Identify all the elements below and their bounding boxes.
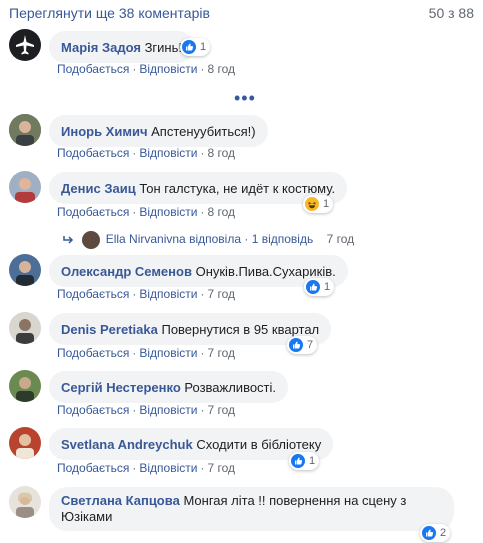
comments-header: Переглянути ще 38 коментарів 50 з 88 — [0, 0, 483, 28]
reaction-badge[interactable]: 1 — [304, 278, 335, 296]
comment-time[interactable]: 8 год — [207, 146, 235, 160]
avatar[interactable] — [9, 114, 41, 146]
reaction-badge[interactable]: 1 — [180, 38, 211, 56]
comment-author[interactable]: Denis Peretiaka — [61, 322, 158, 337]
reply-avatar — [82, 231, 101, 249]
reaction-count: 2 — [440, 527, 447, 539]
comment-time[interactable]: 7 год — [207, 346, 235, 360]
like-link[interactable]: Подобається — [57, 146, 129, 160]
reply-link[interactable]: Відповісти — [139, 461, 197, 475]
reply-author[interactable]: Ella Nirvanivna — [106, 232, 186, 246]
haha-icon — [305, 197, 319, 211]
reaction-count: 1 — [324, 281, 331, 293]
reply-count[interactable]: 1 відповідь — [252, 232, 314, 246]
reply-link[interactable]: Відповісти — [139, 205, 197, 219]
comment-actions: Подобається · Відповісти · 7 год — [57, 461, 235, 475]
reaction-badge[interactable]: 1 — [289, 452, 320, 470]
reaction-count: 7 — [307, 339, 314, 351]
comment-time[interactable]: 7 год — [207, 403, 235, 417]
person-photo-icon — [9, 486, 41, 518]
comment-time[interactable]: 8 год — [207, 205, 235, 219]
comment-actions: Подобається · Відповісти · 8 год — [57, 205, 235, 219]
avatar[interactable] — [9, 370, 41, 402]
like-link[interactable]: Подобається — [57, 461, 129, 475]
comment-bubble: Олександр Семенов Онуків.Пива.Сухариків. — [49, 255, 348, 287]
comment-text: Повернутися в 95 квартал — [161, 322, 320, 337]
reaction-count: 1 — [309, 455, 316, 467]
comment-bubble: Инорь Химич Апстенуубиться!) — [49, 115, 268, 147]
reply-link[interactable]: Відповісти — [139, 346, 197, 360]
person-photo-icon — [9, 370, 41, 402]
comment-author[interactable]: Сергій Нестеренко — [61, 380, 181, 395]
comment-bubble: Денис Заиц Тон галстука, не идёт к костю… — [49, 172, 348, 204]
reaction-badge[interactable]: 1 — [303, 195, 334, 213]
avatar[interactable] — [9, 427, 41, 459]
reply-link[interactable]: Відповісти — [139, 146, 197, 160]
avatar[interactable] — [9, 29, 41, 61]
like-icon — [422, 526, 436, 540]
reaction-badge[interactable]: 2 — [420, 524, 451, 542]
avatar[interactable] — [9, 171, 41, 203]
reply-time: 7 год — [326, 232, 355, 247]
comment-text: Онуків.Пива.Сухариків. — [195, 264, 336, 279]
person-photo-icon — [9, 427, 41, 459]
like-link[interactable]: Подобається — [57, 287, 129, 301]
comment-actions: Подобається · Відповісти · 7 год — [57, 346, 235, 360]
like-icon — [291, 454, 305, 468]
reaction-count: 1 — [323, 198, 330, 210]
comment-time[interactable]: 8 год — [207, 62, 235, 76]
comment-bubble: Светлана Капцова Монгая літа !! повернен… — [49, 487, 454, 531]
comment-text: Згинь! — [144, 40, 182, 55]
avatar[interactable] — [9, 486, 41, 518]
airplane-icon — [16, 35, 34, 55]
comment-counter: 50 з 88 — [428, 5, 474, 21]
reply-link[interactable]: Відповісти — [139, 403, 197, 417]
comment-author[interactable]: Олександр Семенов — [61, 264, 192, 279]
like-link[interactable]: Подобається — [57, 403, 129, 417]
person-photo-icon — [9, 312, 41, 344]
reply-arrow-icon — [63, 236, 74, 244]
comment-text: Апстенуубиться!) — [151, 124, 256, 139]
reply-link[interactable]: Відповісти — [139, 287, 197, 301]
comment-bubble: Сергій Нестеренко Розважливості. — [49, 371, 289, 403]
like-link[interactable]: Подобається — [57, 346, 129, 360]
comment-text: Розважливості. — [184, 380, 277, 395]
avatar[interactable] — [9, 254, 41, 286]
comment-text: Сходити в бібліотеку — [196, 437, 322, 452]
like-icon — [289, 338, 303, 352]
reply-thread-link[interactable]: Ella Nirvanivna відповіла · 1 відповідь … — [63, 231, 354, 249]
person-photo-icon — [9, 114, 41, 146]
comment-text: Тон галстука, не идёт к костюму. — [139, 181, 336, 196]
comment-author[interactable]: Svetlana Andreychuk — [61, 437, 193, 452]
like-link[interactable]: Подобається — [57, 62, 129, 76]
comment-actions: Подобається · Відповісти · 7 год — [57, 287, 235, 301]
comment-actions: Подобається · Відповісти · 8 год — [57, 146, 235, 160]
comment-actions: Подобається · Відповісти · 8 год — [57, 62, 235, 76]
comment-bubble: Марія Задоя Згинь! — [49, 31, 194, 63]
reaction-badge[interactable]: 7 — [287, 336, 318, 354]
person-photo-icon — [9, 171, 41, 203]
like-link[interactable]: Подобається — [57, 205, 129, 219]
reply-verb[interactable]: відповіла — [189, 232, 241, 246]
like-icon — [182, 40, 196, 54]
more-options-icon[interactable]: ••• — [234, 88, 256, 109]
comment-author[interactable]: Светлана Капцова — [61, 493, 180, 508]
comment-author[interactable]: Денис Заиц — [61, 181, 136, 196]
like-icon — [306, 280, 320, 294]
comment-actions: Подобається · Відповісти · 7 год — [57, 403, 235, 417]
comment-time[interactable]: 7 год — [207, 287, 235, 301]
comment-time[interactable]: 7 год — [207, 461, 235, 475]
comment-author[interactable]: Инорь Химич — [61, 124, 148, 139]
reaction-count: 1 — [200, 41, 207, 53]
person-photo-icon — [9, 254, 41, 286]
reply-link[interactable]: Відповісти — [139, 62, 197, 76]
view-more-comments-link[interactable]: Переглянути ще 38 коментарів — [9, 5, 210, 21]
comment-author[interactable]: Марія Задоя — [61, 40, 141, 55]
avatar[interactable] — [9, 312, 41, 344]
